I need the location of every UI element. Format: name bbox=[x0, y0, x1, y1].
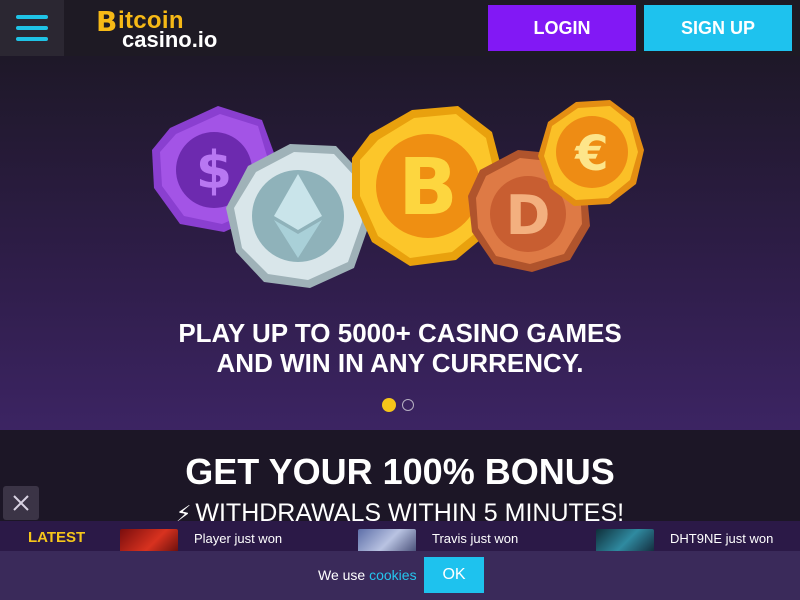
cookie-banner: We use cookies OK bbox=[0, 551, 800, 600]
menu-button[interactable] bbox=[0, 0, 64, 56]
bonus-section: GET YOUR 100% BONUS ⚡ WITHDRAWALS WITHIN … bbox=[0, 430, 800, 530]
bonus-title: GET YOUR 100% BONUS bbox=[185, 451, 615, 492]
signup-button[interactable]: SIGN UP bbox=[644, 5, 792, 51]
win-text: Player just won bbox=[194, 531, 283, 546]
slider-dot[interactable] bbox=[402, 399, 414, 411]
hero-banner: $ B D € PLAY UP TO 5000+ CASINO GAMES AN… bbox=[0, 56, 800, 430]
svg-text:D: D bbox=[506, 184, 551, 247]
slider-pagination bbox=[382, 398, 414, 412]
slider-dot-active[interactable] bbox=[382, 398, 396, 412]
close-button[interactable] bbox=[3, 486, 39, 520]
cookie-message: We use cookies bbox=[318, 567, 417, 583]
logo-line-2: casino.io bbox=[122, 27, 218, 52]
latest-win-item[interactable]: DHT9NE just won bbox=[596, 527, 796, 557]
latest-label: LATEST bbox=[28, 529, 86, 546]
euro-coin-icon: € bbox=[538, 100, 644, 206]
logo-bitcoin-b: B bbox=[96, 5, 118, 38]
latest-wins-strip: LATEST Player just won Travis just won D… bbox=[0, 521, 800, 557]
login-button[interactable]: LOGIN bbox=[488, 5, 636, 51]
svg-text:B: B bbox=[398, 143, 457, 233]
hamburger-menu-icon bbox=[16, 15, 48, 19]
win-text: DHT9NE just won bbox=[670, 531, 774, 546]
hamburger-menu-icon-bar bbox=[16, 37, 48, 41]
hero-line-2: AND WIN IN ANY CURRENCY. bbox=[216, 348, 584, 378]
cookies-link[interactable]: cookies bbox=[369, 567, 416, 583]
latest-win-item[interactable]: Player just won bbox=[120, 527, 320, 557]
close-icon bbox=[13, 495, 29, 511]
crypto-coins-illustration: $ B D € bbox=[152, 100, 644, 288]
latest-win-item[interactable]: Travis just won bbox=[358, 527, 558, 557]
page: B itcoin casino.io LOGIN SIGN UP $ B D €… bbox=[0, 0, 800, 600]
hamburger-menu-icon-bar bbox=[16, 26, 48, 30]
cookie-prefix: We use bbox=[318, 567, 370, 583]
svg-text:$: $ bbox=[196, 141, 232, 201]
win-text: Travis just won bbox=[432, 531, 519, 546]
hero-headline: PLAY UP TO 5000+ CASINO GAMES AND WIN IN… bbox=[0, 318, 800, 378]
top-header: B itcoin casino.io LOGIN SIGN UP bbox=[0, 0, 800, 56]
site-logo[interactable]: B itcoin casino.io bbox=[96, 5, 236, 52]
svg-text:€: € bbox=[574, 126, 608, 182]
hero-line-1: PLAY UP TO 5000+ CASINO GAMES bbox=[178, 318, 622, 348]
cookie-ok-button[interactable]: OK bbox=[424, 557, 484, 593]
